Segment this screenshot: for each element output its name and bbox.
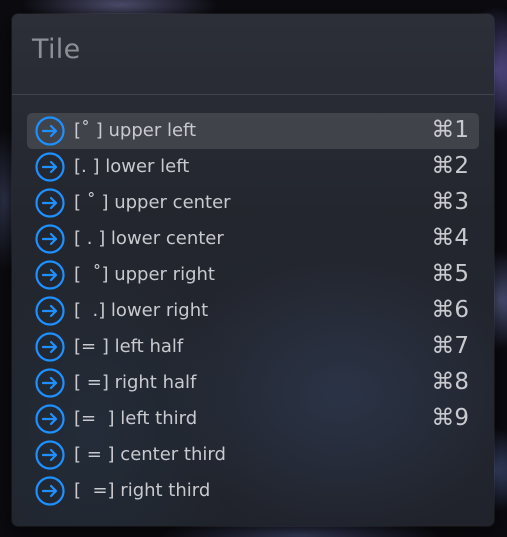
- search-input[interactable]: Tile: [32, 34, 80, 65]
- result-row-left-third[interactable]: [= ] left third ⌘9: [27, 401, 479, 437]
- arrow-right-circle-icon: [35, 116, 65, 146]
- result-row-upper-center[interactable]: [ ˚ ] upper center ⌘3: [27, 185, 479, 221]
- result-label: [ ˚] upper right: [74, 264, 215, 285]
- result-row-right-half[interactable]: [ =] right half ⌘8: [27, 365, 479, 401]
- result-row-lower-right[interactable]: [ .] lower right ⌘6: [27, 293, 479, 329]
- result-label: [ .] lower right: [74, 300, 209, 321]
- arrow-right-circle-icon: [35, 224, 65, 254]
- arrow-right-circle-icon: [35, 332, 65, 362]
- result-shortcut: ⌘5: [431, 261, 469, 287]
- result-shortcut: ⌘6: [431, 297, 469, 323]
- arrow-right-circle-icon: [35, 368, 65, 398]
- result-shortcut: ⌘9: [431, 405, 469, 431]
- result-shortcut: ⌘7: [431, 333, 469, 359]
- result-row-left-half[interactable]: [= ] left half ⌘7: [27, 329, 479, 365]
- result-row-upper-left[interactable]: [˚ ] upper left ⌘1: [27, 113, 479, 149]
- result-label: [= ] left half: [74, 336, 184, 357]
- result-label: [ ˚ ] upper center: [74, 192, 231, 213]
- result-shortcut: ⌘8: [431, 369, 469, 395]
- result-shortcut: ⌘1: [431, 117, 469, 143]
- result-row-lower-left[interactable]: [. ] lower left ⌘2: [27, 149, 479, 185]
- result-row-right-third[interactable]: [ =] right third: [27, 473, 479, 509]
- result-label: [ = ] center third: [74, 444, 226, 465]
- result-row-center-third[interactable]: [ = ] center third: [27, 437, 479, 473]
- launcher-panel: Tile [˚ ] upper left ⌘1 [. ] lower left …: [12, 14, 494, 526]
- arrow-right-circle-icon: [35, 188, 65, 218]
- results-list: [˚ ] upper left ⌘1 [. ] lower left ⌘2 [ …: [27, 113, 479, 509]
- result-shortcut: ⌘3: [431, 189, 469, 215]
- result-label: [= ] left third: [74, 408, 198, 429]
- arrow-right-circle-icon: [35, 296, 65, 326]
- result-label: [˚ ] upper left: [74, 120, 197, 141]
- search-field[interactable]: Tile: [12, 14, 494, 95]
- arrow-right-circle-icon: [35, 476, 65, 506]
- arrow-right-circle-icon: [35, 440, 65, 470]
- arrow-right-circle-icon: [35, 404, 65, 434]
- arrow-right-circle-icon: [35, 260, 65, 290]
- result-label: [. ] lower left: [74, 156, 190, 177]
- result-row-lower-center[interactable]: [ . ] lower center ⌘4: [27, 221, 479, 257]
- result-label: [ =] right half: [74, 372, 197, 393]
- result-shortcut: ⌘4: [431, 225, 469, 251]
- arrow-right-circle-icon: [35, 152, 65, 182]
- result-shortcut: ⌘2: [431, 153, 469, 179]
- result-row-upper-right[interactable]: [ ˚] upper right ⌘5: [27, 257, 479, 293]
- result-label: [ =] right third: [74, 480, 211, 501]
- result-label: [ . ] lower center: [74, 228, 224, 249]
